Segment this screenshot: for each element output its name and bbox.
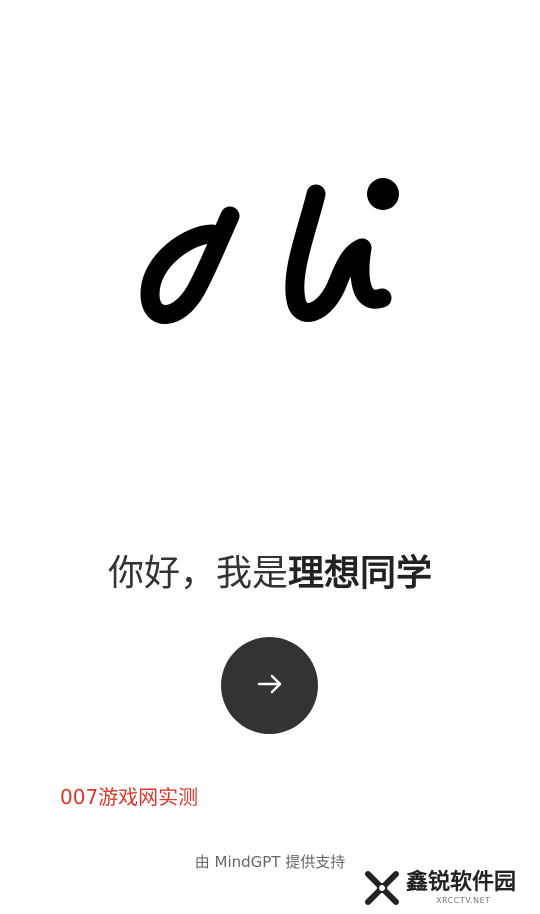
brand-watermark: 鑫锐软件园 XRCCTV.NET: [362, 866, 532, 910]
assistant-name: 理想同学: [288, 553, 433, 594]
arrow-right-icon: [255, 669, 285, 703]
test-watermark-label: 007游戏网实测: [60, 785, 199, 809]
x-logo-icon: [362, 868, 402, 912]
greeting-title: 你好，我是理想同学: [0, 550, 540, 598]
greeting-prefix: 你好，我是: [107, 553, 288, 594]
next-button[interactable]: [221, 637, 318, 734]
brand-site: XRCCTV.NET: [436, 896, 491, 905]
hi-logo: [140, 172, 402, 338]
brand-name: 鑫锐软件园: [406, 870, 517, 895]
